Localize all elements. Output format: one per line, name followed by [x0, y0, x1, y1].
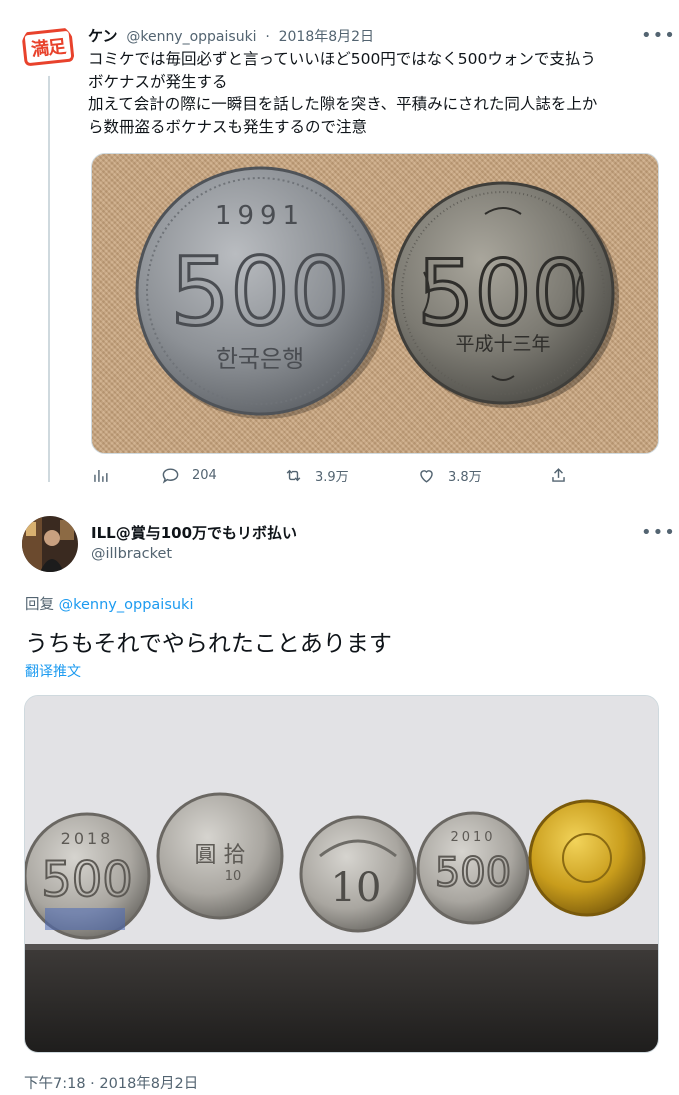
- separator: ·: [265, 29, 270, 45]
- coin: 10: [299, 815, 417, 933]
- tweet-text: コミケでは毎回必ずと言っていいほど500円ではなく500ウォンで支払う ボケナス…: [88, 48, 663, 138]
- coin: 圓 拾 10: [156, 792, 284, 920]
- avatar[interactable]: [22, 516, 78, 572]
- coin-year: 2018: [61, 829, 114, 848]
- replying-to: 回复 @kenny_oppaisuki: [25, 593, 194, 614]
- avatar[interactable]: 満足: [21, 22, 75, 76]
- more-options-icon[interactable]: •••: [641, 522, 676, 543]
- tweet-text-line: ら数冊盗るボケナスも発生するので注意: [88, 117, 368, 136]
- reply-button[interactable]: 204: [161, 466, 217, 485]
- retweet-icon: [286, 469, 301, 482]
- tweet-timestamp[interactable]: 下午7:18 · 2018年8月2日: [24, 1072, 198, 1093]
- handle[interactable]: @kenny_oppaisuki: [126, 29, 256, 45]
- coin-value: 500: [435, 850, 511, 896]
- avatar-photo: [22, 516, 78, 572]
- tweet-text: うちもそれでやられたことあります: [25, 631, 392, 657]
- coin: 2010 500: [416, 811, 530, 925]
- coin-value: 圓 拾: [195, 843, 246, 868]
- analytics-button[interactable]: [91, 466, 110, 485]
- tweet-date[interactable]: 2018年8月2日: [279, 29, 374, 45]
- heart-icon: [420, 470, 433, 483]
- share-icon: [552, 468, 565, 482]
- tweet-image-coins[interactable]: 2018 500 圓 拾 10 10 2010 500: [24, 695, 659, 1053]
- coin-value: 500: [41, 852, 133, 908]
- more-options-icon[interactable]: •••: [641, 25, 676, 46]
- reply-icon: [162, 468, 179, 484]
- coin-value: 500: [170, 238, 349, 347]
- coin-year: 2010: [450, 830, 495, 845]
- retweet-count: 3.9万: [315, 470, 349, 485]
- replying-prefix: 回复: [25, 597, 54, 613]
- coin-label: 한국은행: [216, 345, 304, 373]
- handle[interactable]: @illbracket: [91, 546, 172, 562]
- tweet-text-line: ボケナスが発生する: [88, 72, 228, 91]
- parent-tweet[interactable]: 満足 ケン @kenny_oppaisuki · 2018年8月2日 ••• コ…: [0, 0, 679, 505]
- japanese-500-yen-coin: 500 平成十三年: [391, 181, 619, 408]
- tweet-text-line: 加えて会計の際に一瞬目を話した隙を突き、平積みにされた同人誌を上か: [88, 95, 598, 113]
- like-button[interactable]: 3.8万: [417, 466, 482, 485]
- coin-year: 1991: [215, 201, 305, 231]
- coin-value: 500: [417, 241, 589, 346]
- like-count: 3.8万: [448, 470, 482, 485]
- coin-value: 10: [331, 865, 382, 911]
- coin-photo: 1991 500 한국은행 500 平成十三年: [135, 166, 619, 419]
- tweet-header: ケン @kenny_oppaisuki · 2018年8月2日: [88, 25, 374, 46]
- coin-sub-value: 10: [225, 869, 242, 884]
- analytics-icon: [94, 469, 108, 482]
- coin-label: 平成十三年: [455, 333, 550, 355]
- tweet-image-coins[interactable]: 1991 500 한국은행 500 平成十三年: [91, 153, 659, 454]
- coin: 2018 500: [25, 812, 151, 940]
- coin: [528, 799, 646, 917]
- share-button[interactable]: [549, 466, 568, 485]
- display-name[interactable]: ケン: [88, 27, 118, 45]
- tweet-actions: 204 3.9万 3.8万: [91, 466, 571, 490]
- retweet-button[interactable]: 3.9万: [284, 466, 349, 485]
- reply-count: 204: [192, 468, 217, 483]
- korean-500-won-coin: 1991 500 한국은행: [135, 166, 390, 419]
- tweet-text-line: コミケでは毎回必ずと言っていいほど500円ではなく500ウォンで支払う: [88, 50, 596, 68]
- display-name[interactable]: ILL@賞与100万でもリボ払い: [91, 522, 297, 543]
- mention-link[interactable]: @kenny_oppaisuki: [59, 597, 194, 613]
- coins-row-photo: 2018 500 圓 拾 10 10 2010 500: [25, 696, 658, 1052]
- thread-line: [48, 62, 50, 482]
- avatar-badge: 満足: [21, 27, 75, 67]
- translate-tweet-link[interactable]: 翻译推文: [25, 661, 81, 681]
- avatar-badge-text: 満足: [30, 36, 67, 61]
